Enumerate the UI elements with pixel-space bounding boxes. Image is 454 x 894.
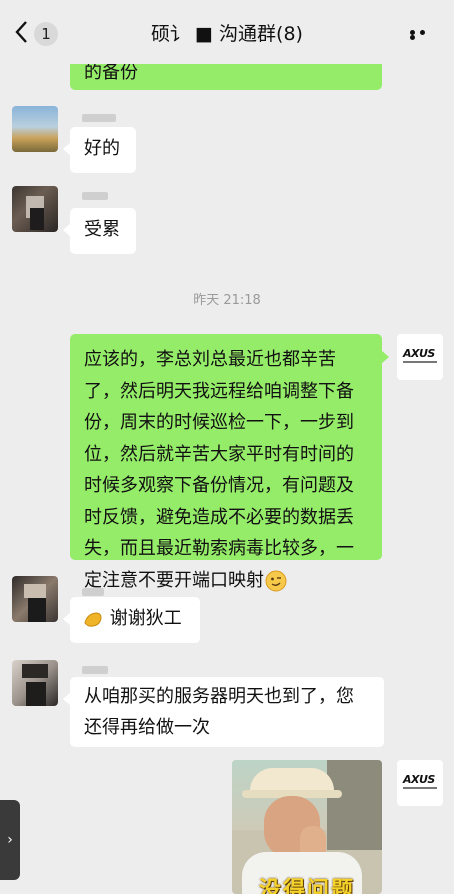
message-text: 的备份 (84, 62, 138, 83)
avatar[interactable] (12, 106, 58, 152)
sender-name-blurred (82, 588, 104, 596)
message-line: 定注意不要开端口映射 (84, 569, 264, 591)
brand-logo: AXUS (403, 773, 435, 786)
message-text: 谢谢狄工 (109, 608, 182, 629)
message-bubble-outgoing[interactable]: 应该的，李总刘总最近也都辛苦 了，然后明天我远程给咱调整下备 份，周末的时候巡检… (70, 334, 389, 591)
message-text: 好的 (84, 138, 120, 159)
message-timestamp: 昨天 21:18 (193, 293, 261, 308)
fist-emoji-icon (84, 612, 102, 627)
message-line: 失，而且最近勒索病毒比较多，一 (84, 538, 354, 559)
side-drawer-handle[interactable]: › (0, 800, 20, 880)
avatar-logo[interactable]: AXUS (397, 760, 443, 806)
brand-logo: AXUS (403, 347, 435, 360)
sticker-image-message[interactable]: 没得问题 (232, 760, 382, 894)
message-line: 份，周末的时候巡检一下，一步到 (84, 412, 354, 433)
message-line: 了，然后明天我远程给咱调整下备 (84, 380, 354, 402)
avatar[interactable] (12, 186, 58, 232)
message-line: 应该的，李总刘总最近也都辛苦 (84, 349, 336, 370)
sender-name-blurred (82, 114, 116, 122)
message-line: 还得再给做一次 (84, 717, 210, 738)
awkward-smile-emoji-icon (265, 570, 287, 591)
message-bubble-incoming[interactable]: 好的 (63, 127, 136, 173)
chat-title: 硕讠 ■ 沟通群(8) (151, 23, 303, 45)
message-text: 受累 (84, 219, 120, 240)
message-bubble-incoming[interactable]: 谢谢狄工 (63, 597, 200, 643)
sender-name-blurred (82, 192, 108, 200)
message-line: 时候多观察下备份情况，有问题及 (84, 475, 354, 496)
avatar[interactable] (12, 660, 58, 706)
message-bubble-incoming[interactable]: 受累 (63, 208, 136, 254)
avatar-logo[interactable]: AXUS (397, 334, 443, 380)
message-bubble-incoming[interactable]: 从咱那买的服务器明天也到了，您 还得再给做一次 (63, 677, 384, 747)
message-line: 从咱那买的服务器明天也到了，您 (84, 686, 354, 707)
sticker-caption: 没得问题 (258, 878, 355, 894)
message-line: 位，然后就辛苦大家平时有时间的 (84, 443, 354, 465)
message-line: 时反馈，避免造成不必要的数据丢 (84, 506, 354, 528)
chat-header: 1 硕讠 ■ 沟通群(8) (0, 0, 454, 64)
avatar[interactable] (12, 576, 58, 622)
more-options-icon[interactable] (410, 30, 436, 40)
sender-name-blurred (82, 666, 108, 674)
